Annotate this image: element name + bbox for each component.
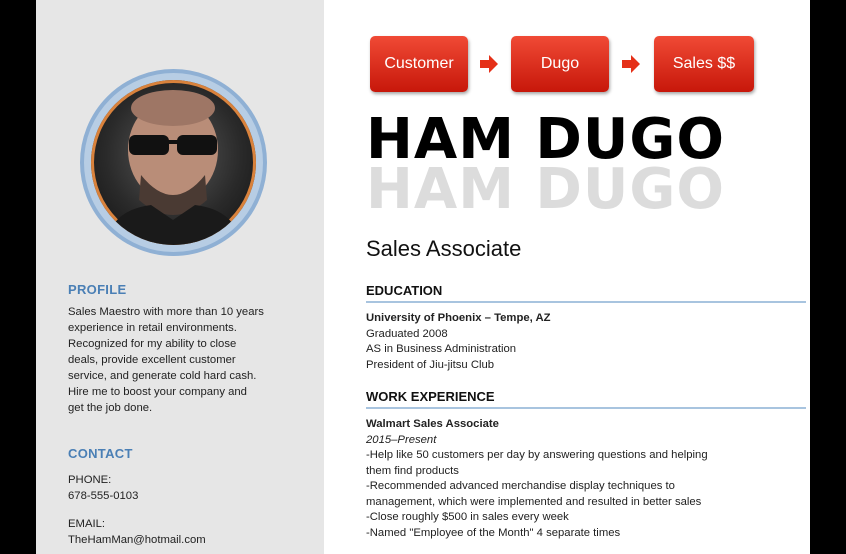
resume-page: PROFILE Sales Maestro with more than 10 … bbox=[36, 0, 810, 554]
flow-step-sales: Sales $$ bbox=[654, 36, 754, 92]
work-details: Walmart Sales Associate 2015–Present -He… bbox=[366, 417, 796, 541]
right-arrow-icon bbox=[480, 55, 498, 73]
phone-value: 678-555-0103 bbox=[68, 490, 139, 502]
email-value: TheHamMan@hotmail.com bbox=[68, 534, 206, 546]
profile-line: Hire me to boost your company and bbox=[68, 386, 247, 398]
sales-flow-diagram: Customer Dugo Sales $$ bbox=[370, 36, 790, 92]
profile-photo bbox=[106, 90, 241, 245]
phone-label: PHONE: bbox=[68, 474, 112, 486]
profile-line: Recognized for my ability to close bbox=[68, 338, 237, 350]
work-line: them find products bbox=[366, 464, 459, 477]
profile-line: get the job done. bbox=[68, 402, 153, 414]
job-dates: 2015–Present bbox=[366, 433, 437, 446]
profile-line: deals, provide excellent customer bbox=[68, 354, 236, 366]
work-line: -Named "Employee of the Month" 4 separat… bbox=[366, 526, 621, 539]
job-title: Sales Associate bbox=[366, 236, 522, 261]
contact-phone: PHONE: 678-555-0103 bbox=[68, 472, 303, 504]
work-heading: WORK EXPERIENCE bbox=[366, 389, 806, 409]
work-line: -Help like 50 customers per day by answe… bbox=[366, 449, 708, 461]
profile-line: service, and generate cold hard cash. bbox=[68, 370, 257, 382]
sidebar: PROFILE Sales Maestro with more than 10 … bbox=[36, 0, 324, 554]
education-line: President of Jiu-jitsu Club bbox=[366, 358, 495, 371]
profile-line: experience in retail environments. bbox=[68, 322, 237, 334]
work-line: -Recommended advanced merchandise displa… bbox=[366, 480, 675, 492]
contact-heading: CONTACT bbox=[68, 446, 133, 461]
email-label: EMAIL: bbox=[68, 518, 106, 530]
education-line: Graduated 2008 bbox=[366, 327, 448, 340]
profile-text: Sales Maestro with more than 10 years ex… bbox=[68, 304, 303, 416]
avatar bbox=[91, 80, 256, 245]
contact-email: EMAIL: TheHamMan@hotmail.com bbox=[68, 516, 303, 548]
education-line: AS in Business Administration bbox=[366, 343, 517, 355]
profile-heading: PROFILE bbox=[68, 282, 127, 297]
right-arrow-icon bbox=[622, 55, 640, 73]
resume-name-reflection: HAM DUGO bbox=[366, 160, 725, 210]
job-role: Walmart Sales Associate bbox=[366, 418, 499, 430]
education-heading: EDUCATION bbox=[366, 283, 806, 303]
school-name: University of Phoenix – Tempe, AZ bbox=[366, 312, 551, 324]
flow-step-dugo: Dugo bbox=[511, 36, 609, 92]
work-line: -Close roughly $500 in sales every week bbox=[366, 511, 569, 523]
avatar-frame bbox=[80, 69, 267, 256]
education-details: University of Phoenix – Tempe, AZ Gradua… bbox=[366, 311, 796, 373]
work-line: management, which were implemented and r… bbox=[366, 495, 702, 508]
profile-line: Sales Maestro with more than 10 years bbox=[68, 306, 264, 318]
flow-step-customer: Customer bbox=[370, 36, 468, 92]
